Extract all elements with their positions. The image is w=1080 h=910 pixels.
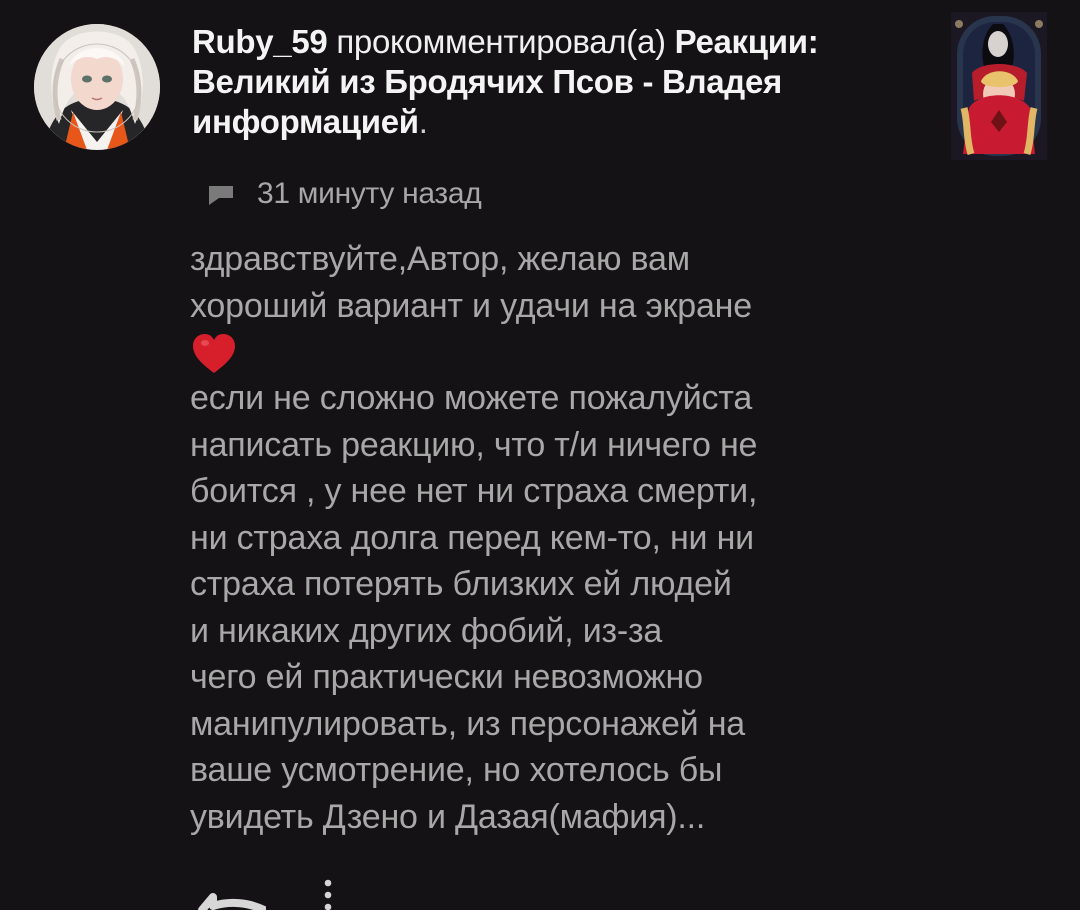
more-vertical-icon[interactable] [321,878,335,910]
post-thumbnail[interactable] [951,12,1047,160]
comment-icon [209,186,233,205]
comment-text-line: увидеть Дзено и Дазая(мафия)... [190,797,706,836]
comment-text-line: здравствуйте,Автор, желаю вам [190,240,690,278]
comment-text-line: и никаких других фобий, из-за [190,611,663,650]
avatar-portrait [34,24,160,150]
comment-text-line: хороший вариант и удачи на экране [190,286,752,325]
user-avatar[interactable] [34,24,160,150]
comment-text-line: страха потерять близких ей людей [190,565,732,603]
comment-author[interactable]: Ruby_59 [192,23,328,60]
comment-text-line: чего ей практически невозможно [190,658,703,696]
comment-text-line: если не сложно можете пожалуйста [190,379,753,417]
comment-time: 31 минуту назад [257,177,482,210]
reply-icon[interactable] [196,880,266,910]
comment-action-text: прокомментировал(а) [336,23,666,60]
comment-text-line: манипулировать, из персонажей на [190,704,745,743]
comment-meta: 31 минуту назад [207,174,482,214]
comment-text-line: боится , у нее нет ни страха смерти, [190,472,758,510]
post-title-period: . [418,103,428,140]
comment-body: здравствуйте,Автор, желаю вам хороший ва… [190,236,1050,840]
comment-text-line: ни страха долга перед кем-то, ни ни [190,518,754,557]
comment-text-line: написать реакцию, что т/и ничего не [190,425,758,464]
heart-icon [193,334,235,373]
comment-header: Ruby_59 прокомментировал(а) Реакции: Вел… [192,22,932,142]
heart-emoji [190,331,238,375]
comment-text-line: ваше усмотрение, но хотелось бы [190,751,723,789]
post-cover-image [951,12,1047,160]
